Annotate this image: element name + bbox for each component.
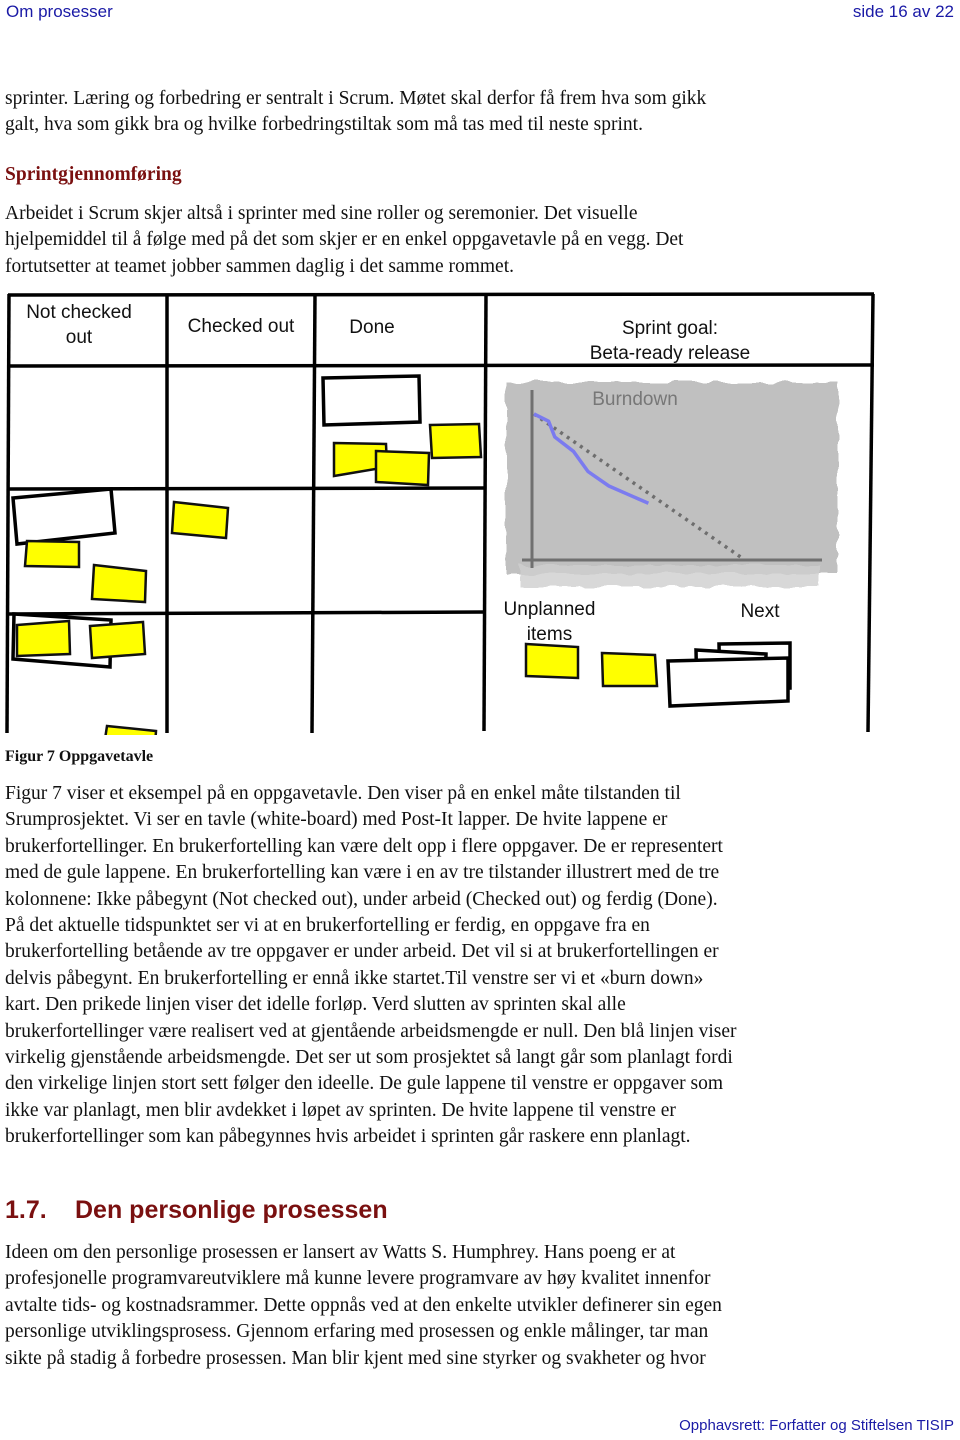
text-line: med de gule lappene. En brukerfortelling… xyxy=(5,862,720,884)
unplanned-items-label: Unplanned items xyxy=(492,597,607,647)
page-indicator: side 16 av 22 xyxy=(852,2,954,21)
burndown-paper-shadow xyxy=(520,565,820,587)
board-top-border xyxy=(7,292,875,297)
column-header-checked-out: Checked out xyxy=(187,316,295,337)
story-card-done xyxy=(321,374,422,427)
text-line: personlige utviklingsprosess. Gjennom er… xyxy=(5,1321,709,1343)
text-line: sprinter. Læring og forbedring er sentra… xyxy=(5,88,707,109)
unplanned-task-note xyxy=(524,642,580,680)
text-line: profesjonelle programvareutviklere må ku… xyxy=(5,1268,711,1290)
section-title: Den personlige prosessen xyxy=(75,1196,388,1224)
figure-description-paragraph: Figur 7 viser et eksempel på en oppgavet… xyxy=(5,781,905,1151)
label-line: out xyxy=(65,327,93,348)
text-line: brukerfortellinger være realisert ved at… xyxy=(5,1020,737,1042)
task-note-not-checked-out xyxy=(88,620,147,660)
row-divider xyxy=(7,486,487,491)
text-line: avtalte tids- og kostnadsrammer. Dette o… xyxy=(5,1294,722,1316)
text-line: På det aktuelle tidspunktet ser vi at en… xyxy=(5,915,650,937)
text-line: brukerfortellinger som kan påbegynnes hv… xyxy=(5,1126,691,1148)
row-divider xyxy=(7,610,487,616)
text-line: Ideen om den personlige prosessen er lan… xyxy=(5,1242,676,1263)
text-line: brukerfortellinger. En brukerfortelling … xyxy=(5,835,723,857)
label-line: Sprint goal: xyxy=(621,318,719,339)
text-line: galt, hva som gikk bra og hvilke forbedr… xyxy=(5,114,643,136)
text-line: fortutsetter at teamet jobber sammen dag… xyxy=(5,255,515,277)
next-label: Next xyxy=(740,601,780,622)
figure-caption: Figur 7 Oppgavetavle xyxy=(5,748,154,765)
section-heading: 1.7. Den personlige prosessen xyxy=(5,1196,388,1225)
intro-paragraph: sprinter. Læring og forbedring er sentra… xyxy=(5,86,905,139)
text-line: brukerfortelling betående av tre oppgave… xyxy=(5,941,719,963)
task-note-checked-out xyxy=(170,500,230,540)
section-number: 1.7. xyxy=(5,1196,47,1224)
text-line: virkelig gjenstående arbeidsmengde. Det … xyxy=(5,1047,733,1069)
text-line: sikte på stadig å forbedre prosessen. Ma… xyxy=(5,1347,706,1369)
text-line: Figur 7 viser et eksempel på en oppgavet… xyxy=(5,783,681,804)
board-left-border xyxy=(5,293,11,734)
text-line: Srumprosjektet. Vi ser en tavle (white-b… xyxy=(5,809,668,831)
sprint-goal: Sprint goal: Beta-ready release xyxy=(560,316,780,366)
text-line: den virkelige linjen stort sett følger d… xyxy=(5,1073,724,1095)
copyright-footer: Opphavsrett: Forfatter og Stiftelsen TIS… xyxy=(679,1417,954,1434)
column-divider xyxy=(482,293,488,732)
label-line: Not checked xyxy=(26,302,132,323)
text-line: delvis påbegynt. En brukerfortelling er … xyxy=(5,967,704,989)
board-right-border xyxy=(866,293,875,733)
text-line: ikke var planlagt, men blir avdekket i l… xyxy=(5,1099,676,1121)
task-note-done xyxy=(428,422,483,460)
text-line: kolonnene: Ikke påbegynt (Not checked ou… xyxy=(5,888,718,910)
task-note-not-checked-out xyxy=(100,724,158,763)
next-story-card xyxy=(666,656,790,708)
burndown-chart xyxy=(506,382,838,587)
column-divider xyxy=(310,293,317,734)
burndown-title: Burndown xyxy=(592,389,678,410)
text-line: kart. Den prikede linjen viser det idell… xyxy=(5,994,626,1016)
text-line: Arbeidet i Scrum skjer altså i sprinter … xyxy=(5,203,638,224)
label-line: items xyxy=(526,624,573,645)
unplanned-task-note xyxy=(600,651,659,688)
subsection-paragraph: Arbeidet i Scrum skjer altså i sprinter … xyxy=(5,201,905,280)
column-header-not-checked-out: Not checked out xyxy=(14,300,144,350)
subsection-title: Sprintgjennomføring xyxy=(5,164,182,185)
label-line: Beta-ready release xyxy=(589,343,751,364)
text-line: hjelpemiddel til å følge med på det som … xyxy=(5,229,684,251)
task-note-not-checked-out xyxy=(90,563,148,604)
task-note-not-checked-out xyxy=(15,619,72,658)
running-header-title: Om prosesser xyxy=(6,2,113,21)
story-card-not-checked-out xyxy=(11,487,117,546)
task-note-not-checked-out xyxy=(23,539,81,569)
task-board-figure: Not checked out Checked out Done Sprint … xyxy=(0,290,880,763)
section-paragraph: Ideen om den personlige prosessen er lan… xyxy=(5,1240,905,1372)
column-header-done: Done xyxy=(349,317,395,338)
label-line: Unplanned xyxy=(503,599,596,620)
task-note-done xyxy=(374,449,431,487)
